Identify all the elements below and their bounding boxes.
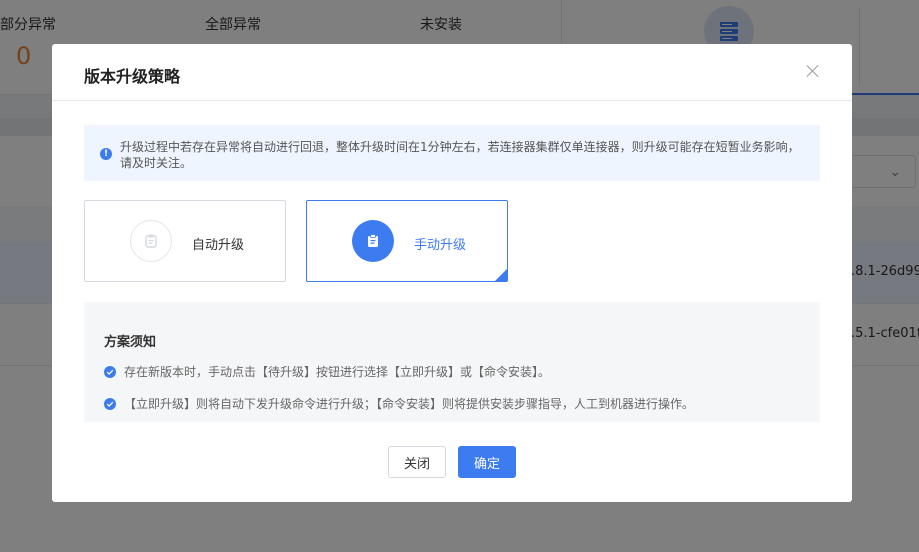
close-button[interactable]: 关闭 bbox=[388, 446, 446, 478]
plan-item: 【立即升级】则将自动下发升级命令进行升级；【命令安装】则将提供安装步骤指导，人工… bbox=[104, 395, 694, 412]
auto-upgrade-icon-wrap bbox=[130, 220, 172, 262]
manual-upgrade-label: 手动升级 bbox=[414, 238, 467, 253]
notice-text: 升级过程中若存在异常将自动进行回退，整体升级时间在1分钟左右，若连接器集群仅单连… bbox=[120, 140, 800, 170]
auto-upgrade-option[interactable]: 自动升级 bbox=[84, 200, 286, 282]
plan-notes: 方案须知 存在新版本时，手动点击【待升级】按钮进行选择【立即升级】或【命令安装】… bbox=[84, 302, 820, 422]
check-circle-icon bbox=[104, 365, 116, 378]
info-icon: ! bbox=[100, 148, 112, 160]
info-notice: ! 升级过程中若存在异常将自动进行回退，整体升级时间在1分钟左右，若连接器集群仅… bbox=[84, 125, 820, 181]
confirm-button[interactable]: 确定 bbox=[458, 446, 516, 478]
manual-upgrade-icon-wrap bbox=[352, 220, 394, 262]
manual-upgrade-option[interactable]: 手动升级 bbox=[306, 200, 508, 282]
auto-upgrade-label: 自动升级 bbox=[192, 238, 245, 253]
plan-item-text: 存在新版本时，手动点击【待升级】按钮进行选择【立即升级】或【命令安装】。 bbox=[124, 365, 551, 379]
auto-upgrade-icon bbox=[145, 234, 157, 248]
upgrade-strategy-dialog: 版本升级策略 ! 升级过程中若存在异常将自动进行回退，整体升级时间在1分钟左右，… bbox=[52, 44, 852, 502]
plan-item-text: 【立即升级】则将自动下发升级命令进行升级；【命令安装】则将提供安装步骤指导，人工… bbox=[124, 397, 695, 411]
dialog-header: 版本升级策略 bbox=[52, 44, 852, 101]
dialog-title: 版本升级策略 bbox=[84, 67, 181, 86]
check-circle-icon bbox=[104, 397, 116, 410]
manual-upgrade-icon bbox=[368, 234, 378, 247]
selected-corner-icon bbox=[495, 269, 507, 281]
plan-item: 存在新版本时，手动点击【待升级】按钮进行选择【立即升级】或【命令安装】。 bbox=[104, 363, 550, 380]
plan-title: 方案须知 bbox=[104, 335, 157, 350]
close-icon[interactable] bbox=[806, 64, 820, 78]
